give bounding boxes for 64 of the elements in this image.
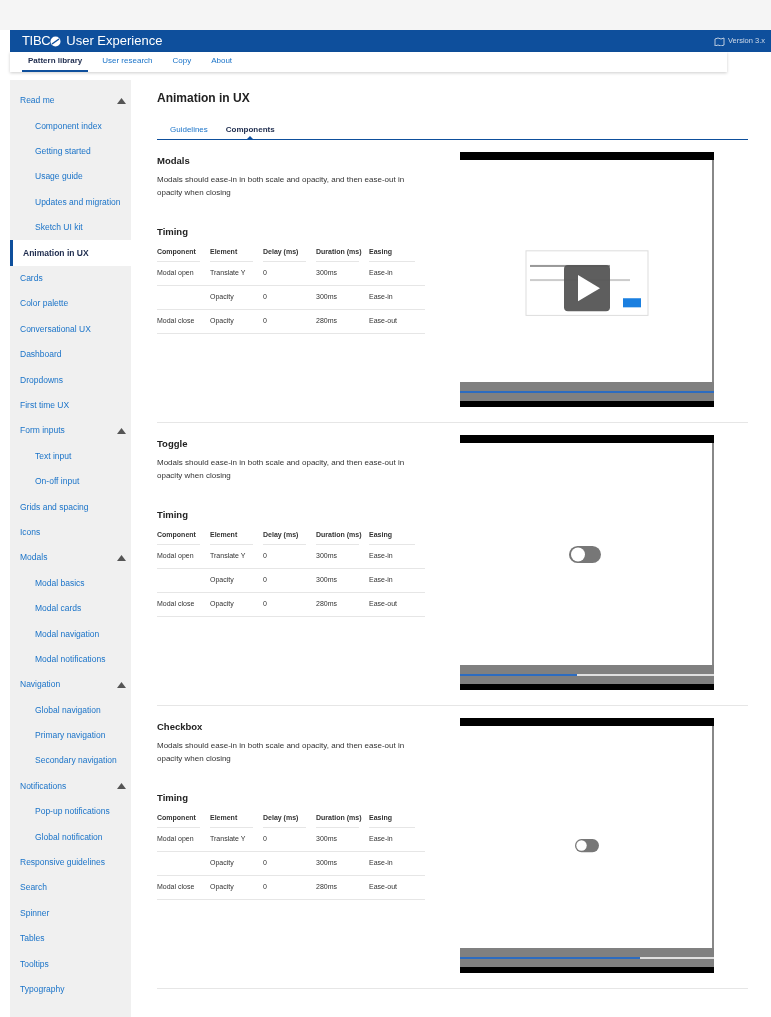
sidebar-item[interactable]: Modal basics	[10, 570, 131, 596]
sidebar-item[interactable]: Grids and spacing	[10, 494, 131, 520]
sidebar-item[interactable]: Color palette	[10, 291, 131, 317]
sidebar-item[interactable]: Primary navigation	[10, 722, 131, 749]
caret-up-icon[interactable]	[117, 427, 126, 434]
section-description: Modals should ease-in in both scale and opacity, and then ease-out in opacity when closing	[157, 174, 406, 200]
sidebar-item[interactable]: Usage guide	[10, 164, 131, 190]
sidebar-item[interactable]: Text input	[10, 443, 131, 469]
progress-track[interactable]	[460, 382, 714, 401]
section-description: Modals should ease-in in both scale and opacity, and then ease-out in opacity when closing	[157, 740, 406, 766]
sidebar-item[interactable]: Getting started	[10, 138, 131, 165]
sidebar-item[interactable]: Secondary navigation	[10, 748, 131, 774]
caret-up-icon[interactable]	[117, 783, 126, 790]
sidebar-item[interactable]: Updates and migration	[10, 189, 131, 215]
timing-title: Timing	[157, 225, 189, 240]
sidebar-item[interactable]: Cards	[10, 265, 131, 292]
sidebar-item[interactable]: Component index	[10, 113, 131, 139]
sidebar-item[interactable]: Spinner	[10, 900, 131, 926]
sidebar-item[interactable]: Notifications	[10, 773, 131, 799]
sidebar-item[interactable]: Modal notifications	[10, 646, 131, 672]
nav-tab[interactable]: Copy	[166, 52, 198, 72]
sidebar-item[interactable]: Tables	[10, 925, 131, 952]
section-title: Checkbox	[157, 720, 204, 734]
sidebar-item[interactable]: Navigation	[10, 672, 131, 698]
caret-up-icon[interactable]	[117, 97, 126, 104]
sidebar-item[interactable]: Modal cards	[10, 595, 131, 622]
sidebar-item[interactable]: Responsive guidelines	[10, 849, 131, 876]
brand-logo[interactable]: TIBC	[22, 31, 51, 51]
progress-track[interactable]	[460, 948, 714, 967]
progress-track[interactable]	[460, 665, 714, 684]
nav-tab[interactable]: About	[205, 52, 239, 72]
sidebar-item[interactable]: Conversational UX	[10, 316, 131, 342]
section-title: Modals	[157, 154, 191, 168]
logo-mark-icon	[50, 35, 62, 47]
sidebar-item[interactable]: Icons	[10, 519, 131, 546]
caret-up-icon[interactable]	[117, 554, 126, 561]
timing-title: Timing	[157, 508, 189, 523]
page-tab[interactable]: Components	[218, 121, 282, 139]
sidebar-item[interactable]: Tooltips	[10, 951, 131, 977]
sidebar-item[interactable]: Dropdowns	[10, 367, 131, 393]
sidebar-item[interactable]: Sketch UI kit	[10, 214, 131, 241]
sidebar-item[interactable]: Modal navigation	[10, 621, 131, 647]
map-icon	[713, 36, 725, 46]
sidebar-item[interactable]: Pop-up notifications	[10, 798, 131, 825]
nav-tab[interactable]: Pattern library	[22, 52, 89, 72]
sidebar-item[interactable]: Animation in UX	[10, 240, 131, 266]
section-description: Modals should ease-in in both scale and opacity, and then ease-out in opacity when closing	[157, 457, 406, 483]
sidebar-item[interactable]: Form inputs	[10, 418, 131, 444]
sidebar-item[interactable]: Global navigation	[10, 697, 131, 723]
sidebar-item[interactable]: Read me	[10, 88, 131, 114]
nav-tab[interactable]: User research	[96, 52, 159, 72]
sidebar-item[interactable]: Typography	[10, 976, 131, 1003]
timing-title: Timing	[157, 791, 189, 806]
sidebar-item[interactable]: Modals	[10, 545, 131, 571]
sidebar-item[interactable]: Global notification	[10, 824, 131, 850]
sidebar-item[interactable]: Dashboard	[10, 341, 131, 368]
page-title: Animation in UX	[157, 90, 251, 107]
section-title: Toggle	[157, 437, 189, 451]
caret-up-icon[interactable]	[117, 681, 126, 688]
page-tab[interactable]: Guidelines	[163, 121, 215, 139]
site-title: User Experience	[66, 32, 163, 51]
sidebar-item[interactable]: On-off input	[10, 468, 131, 495]
sidebar-item[interactable]: First time UX	[10, 392, 131, 419]
sidebar-item[interactable]: Search	[10, 875, 131, 901]
